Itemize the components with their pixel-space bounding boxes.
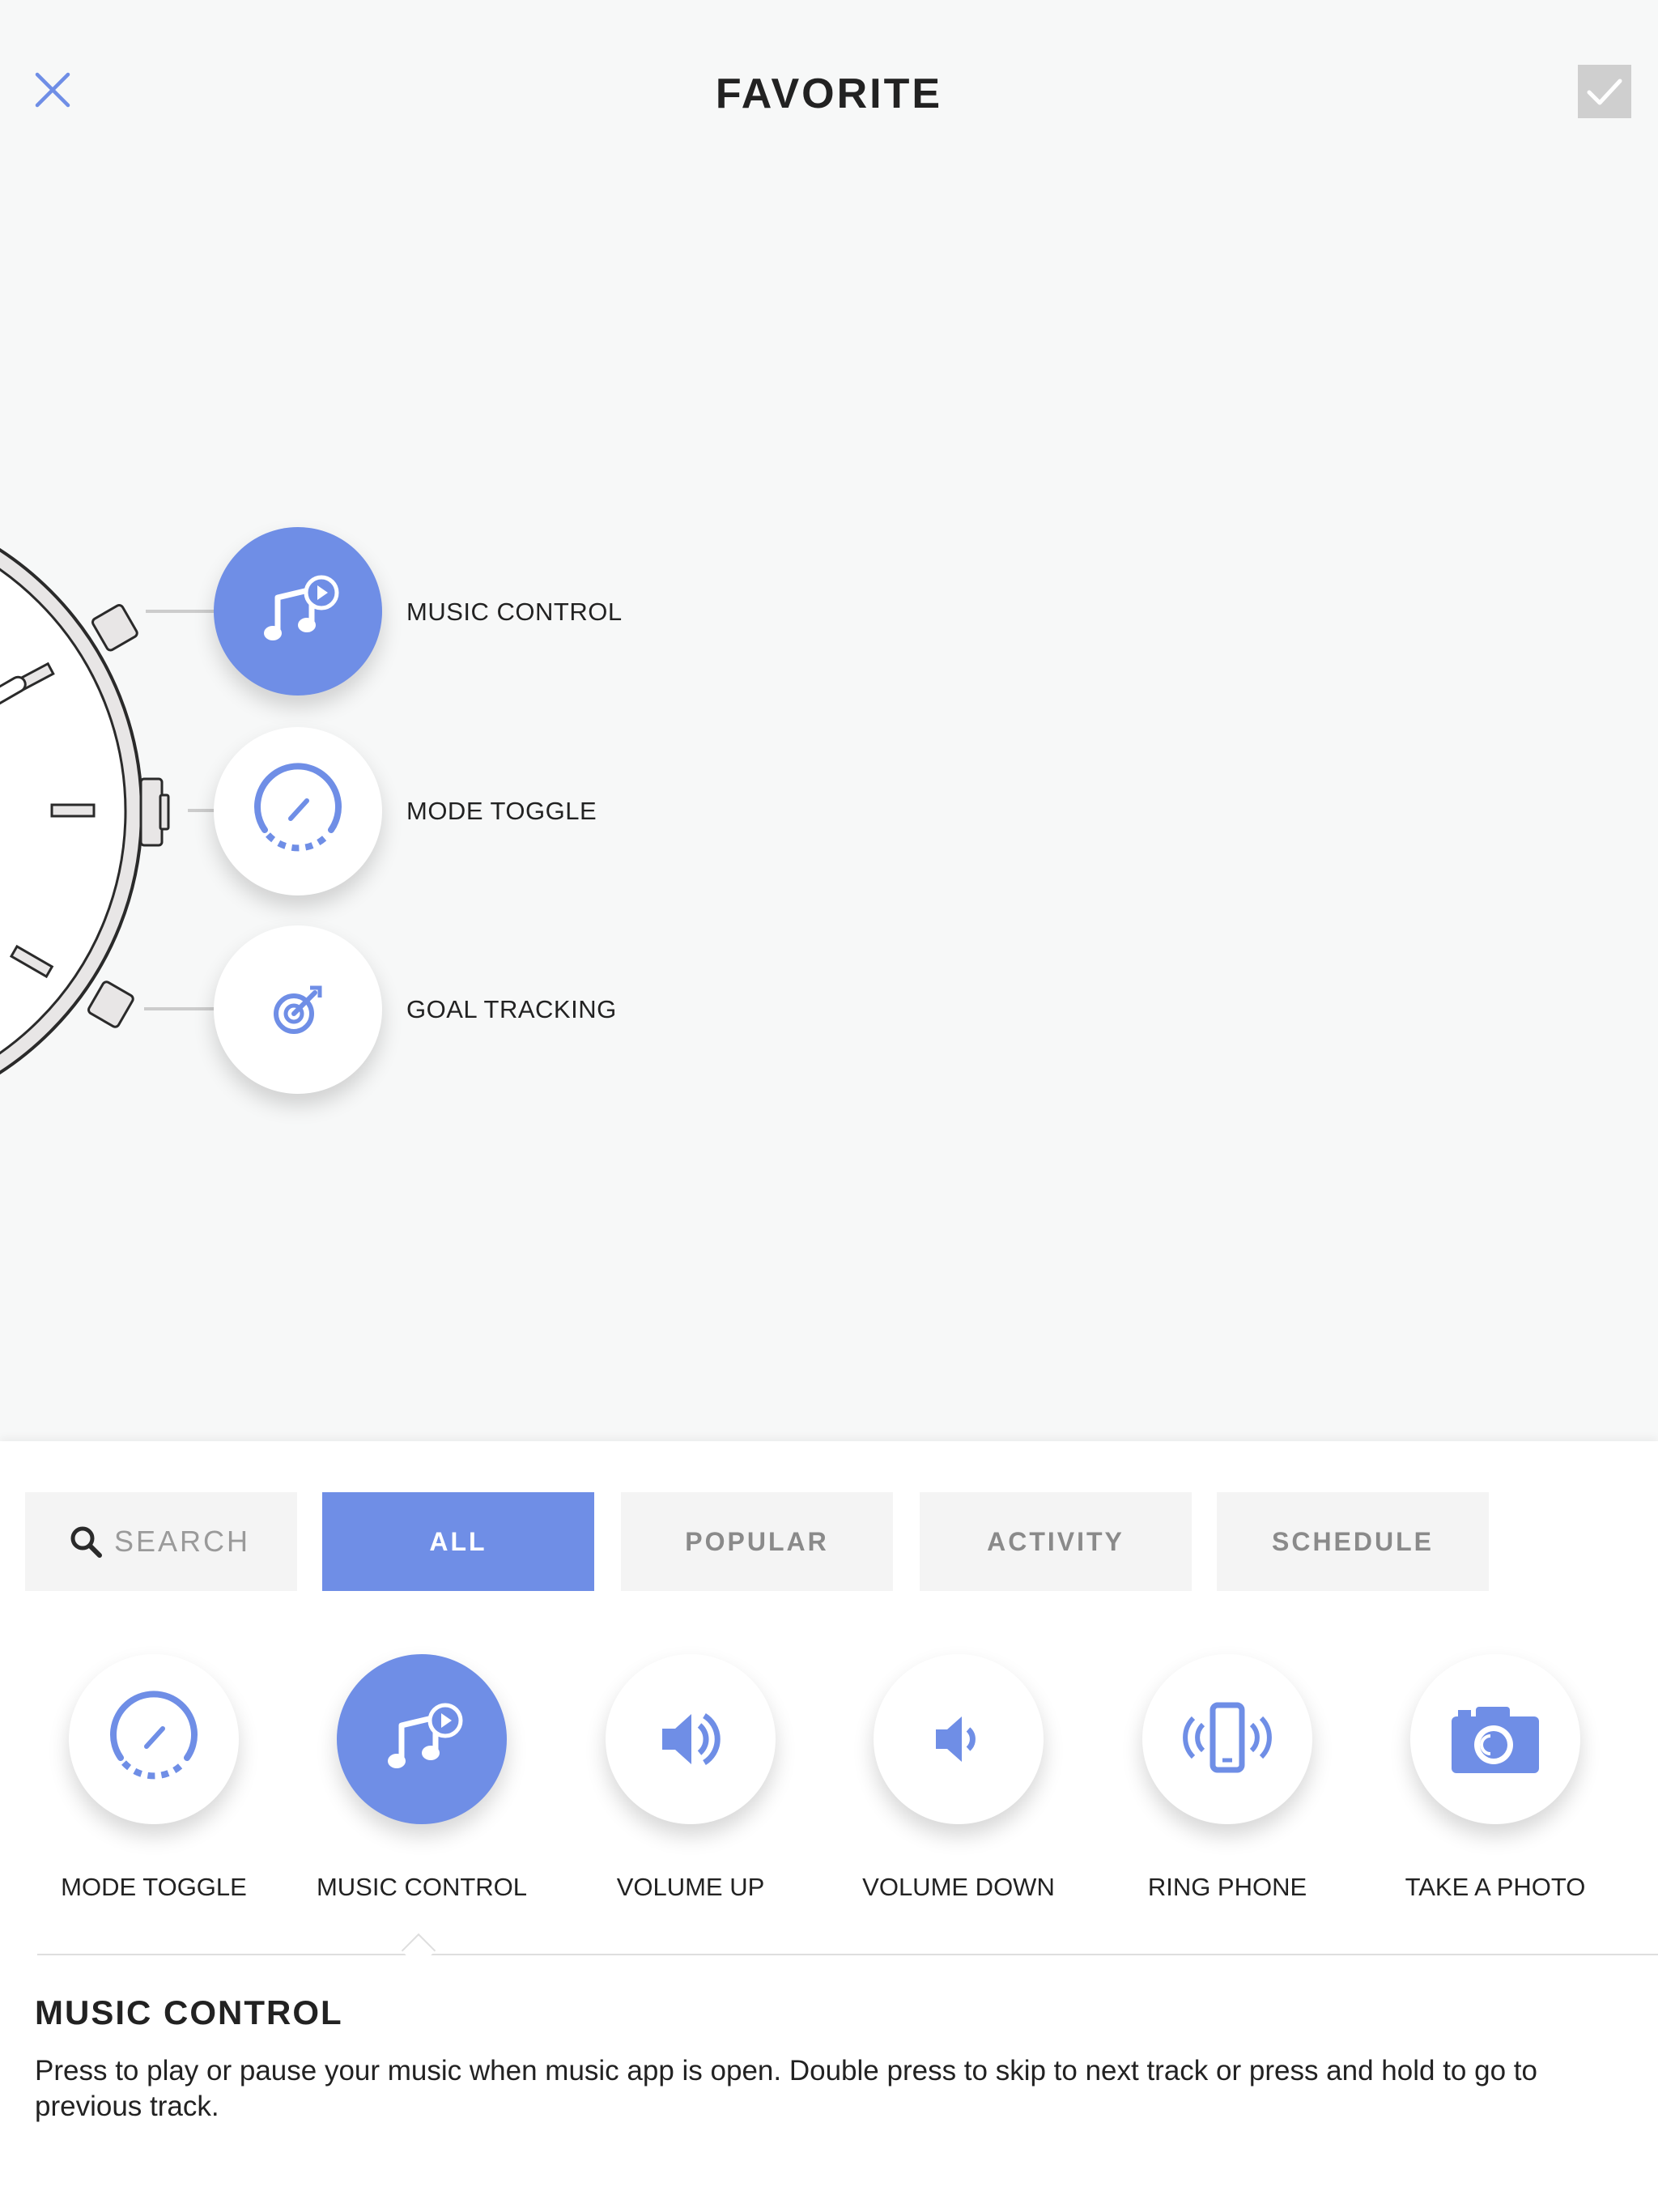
function-volume-up[interactable] — [606, 1654, 776, 1824]
function-ring-phone-label: RING PHONE — [1147, 1873, 1307, 1901]
confirm-button[interactable] — [1578, 65, 1631, 118]
tab-popular-label: POPULAR — [685, 1526, 829, 1556]
description-title: MUSIC CONTROL — [35, 1993, 343, 2031]
function-volume-up-label: VOLUME UP — [616, 1873, 765, 1901]
tab-activity[interactable]: ACTIVITY — [920, 1492, 1192, 1591]
search-tab[interactable]: SEARCH — [25, 1492, 297, 1591]
tab-all[interactable]: ALL — [322, 1492, 594, 1591]
watch-slot-middle[interactable] — [214, 727, 382, 895]
watch-slot-bottom-label: GOAL TRACKING — [406, 995, 617, 1023]
watch-slot-top[interactable] — [214, 527, 382, 696]
watch-slot-bottom[interactable] — [214, 925, 382, 1094]
volume-up-icon — [662, 1713, 721, 1765]
function-music-control-label: MUSIC CONTROL — [316, 1873, 528, 1901]
tab-popular[interactable]: POPULAR — [621, 1492, 893, 1591]
volume-down-icon — [936, 1716, 976, 1762]
function-mode-toggle-label: MODE TOGGLE — [61, 1873, 247, 1901]
description-text: Press to play or pause your music when m… — [35, 2055, 1537, 2122]
page-title: FAVORITE — [715, 70, 943, 117]
camera-icon — [1452, 1707, 1539, 1773]
watch-slot-middle-label: MODE TOGGLE — [406, 797, 597, 825]
tab-schedule-label: SCHEDULE — [1271, 1526, 1434, 1556]
function-mode-toggle[interactable] — [69, 1654, 239, 1824]
music-control-icon — [388, 1703, 463, 1768]
function-volume-down[interactable] — [874, 1654, 1044, 1824]
music-control-icon — [264, 575, 339, 640]
watch-illustration — [0, 548, 215, 1074]
tab-schedule[interactable]: SCHEDULE — [1217, 1492, 1489, 1591]
function-take-a-photo-label: TAKE A PHOTO — [1405, 1873, 1586, 1901]
goal-tracking-icon — [274, 985, 322, 1034]
ring-phone-icon — [1183, 1702, 1272, 1773]
search-tab-label: SEARCH — [114, 1525, 251, 1558]
search-icon — [70, 1526, 102, 1558]
tab-all-label: ALL — [429, 1526, 487, 1556]
function-volume-down-label: VOLUME DOWN — [862, 1873, 1055, 1901]
function-take-a-photo[interactable] — [1410, 1654, 1580, 1824]
mode-toggle-icon — [254, 763, 342, 852]
function-ring-phone[interactable] — [1142, 1654, 1312, 1824]
section-divider — [37, 1954, 1658, 1955]
mode-toggle-icon — [110, 1691, 198, 1780]
tab-activity-label: ACTIVITY — [987, 1526, 1124, 1556]
function-music-control[interactable] — [337, 1654, 507, 1824]
watch-slot-top-label: MUSIC CONTROL — [406, 598, 623, 626]
checkmark-icon — [1587, 79, 1622, 105]
